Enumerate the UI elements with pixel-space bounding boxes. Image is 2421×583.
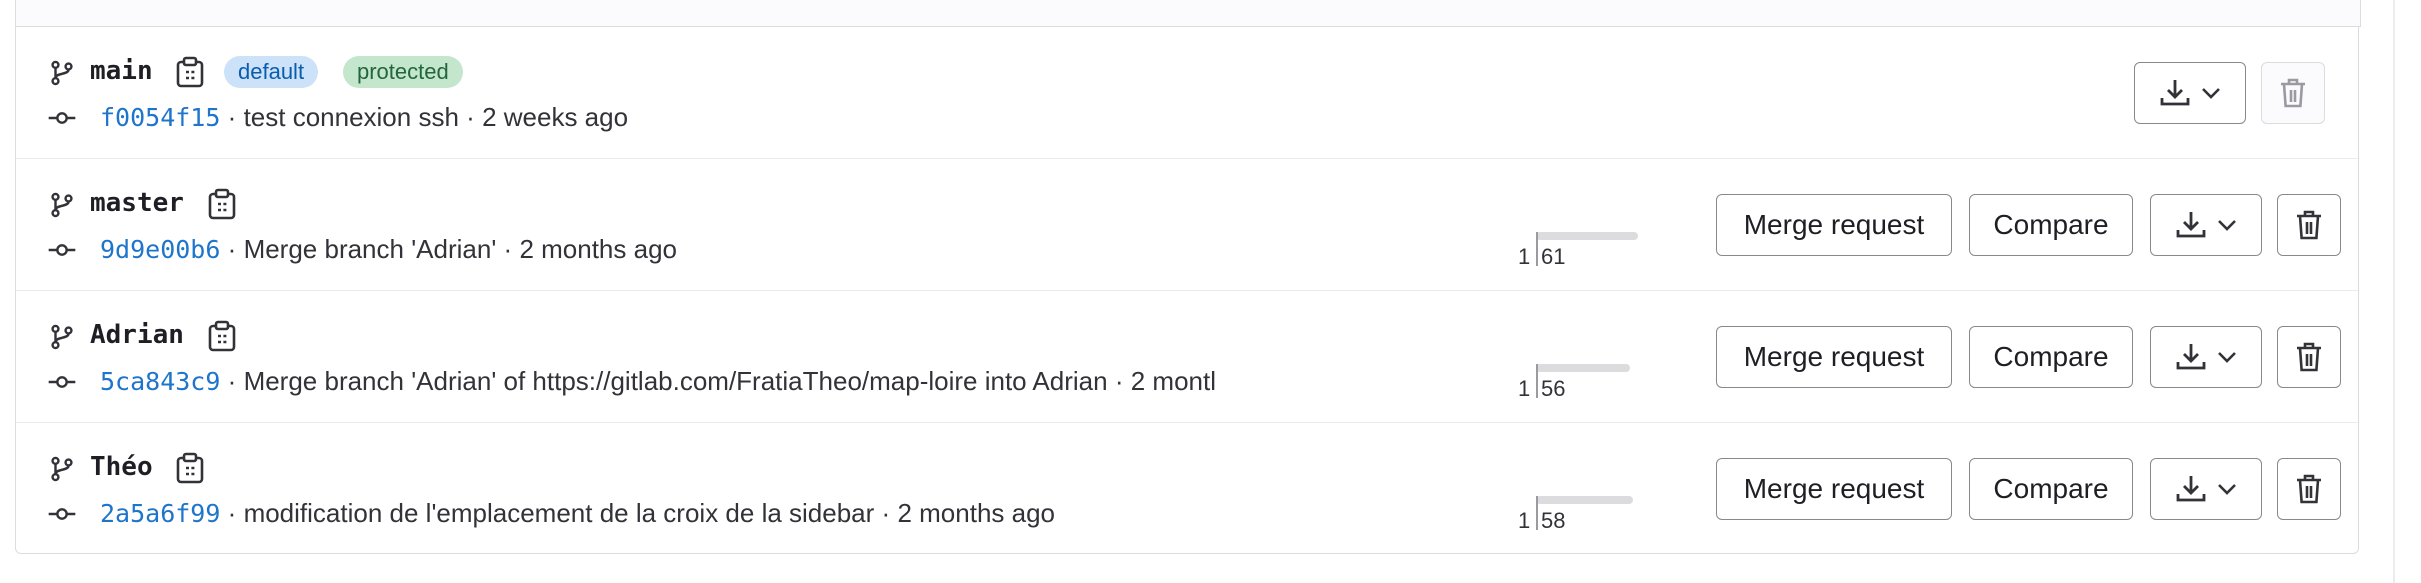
branch-icon	[51, 324, 73, 350]
branch-row-main: main default protected f0054f15 · test c…	[16, 26, 2358, 159]
commits-ahead: 58	[1541, 508, 1566, 533]
download-dropdown-button[interactable]	[2134, 62, 2246, 124]
protected-badge: protected	[343, 56, 463, 88]
commit-icon	[48, 508, 76, 520]
commit-sha-link[interactable]: 5ca843c9	[100, 367, 220, 396]
branch-row-master: master 9d9e00b6 · Merge branch 'Adrian' …	[16, 158, 2358, 291]
commit-message[interactable]: test connexion ssh	[244, 102, 459, 132]
commit-icon	[48, 376, 76, 388]
delete-branch-button[interactable]	[2277, 194, 2341, 256]
commit-message[interactable]: Merge branch 'Adrian' of https://gitlab.…	[244, 366, 1108, 396]
branch-icon	[51, 60, 73, 86]
commit-info: 9d9e00b6 · Merge branch 'Adrian' · 2 mon…	[100, 234, 677, 265]
divergence-graph: 1 56	[1516, 364, 1646, 404]
chevron-down-icon	[2218, 352, 2236, 363]
separator: ·	[227, 498, 237, 528]
commit-age: 2 montl	[1130, 366, 1216, 396]
delete-branch-button[interactable]	[2261, 62, 2325, 124]
divergence-separator	[1536, 496, 1538, 530]
separator: ·	[227, 234, 237, 264]
commits-ahead: 61	[1541, 244, 1566, 269]
commits-behind: 1	[1518, 244, 1531, 269]
commit-icon	[48, 244, 76, 256]
trash-icon	[2281, 78, 2305, 108]
delete-branch-button[interactable]	[2277, 458, 2341, 520]
separator: ·	[466, 102, 475, 132]
commits-ahead: 56	[1541, 376, 1566, 401]
commit-info: f0054f15 · test connexion ssh · 2 weeks …	[100, 102, 628, 133]
copy-to-clipboard-icon[interactable]	[176, 452, 204, 484]
divergence-graph: 1 58	[1516, 496, 1646, 536]
compare-button[interactable]: Compare	[1969, 458, 2133, 520]
branch-name[interactable]: Adrian	[90, 320, 184, 350]
download-icon	[2176, 344, 2206, 370]
trash-icon	[2297, 342, 2321, 372]
branch-name[interactable]: master	[90, 188, 184, 218]
branch-icon	[51, 456, 73, 482]
chevron-down-icon	[2218, 220, 2236, 231]
page-edge-rule	[2393, 0, 2395, 583]
commit-sha-link[interactable]: f0054f15	[100, 103, 220, 132]
trash-icon	[2297, 474, 2321, 504]
merge-request-button[interactable]: Merge request	[1716, 458, 1952, 520]
branch-row-theo: Théo 2a5a6f99 · modification de l'emplac…	[16, 422, 2358, 554]
separator: ·	[227, 102, 237, 132]
commits-behind: 1	[1518, 508, 1531, 533]
compare-button[interactable]: Compare	[1969, 194, 2133, 256]
branch-list: main default protected f0054f15 · test c…	[15, 26, 2359, 554]
separator: ·	[227, 366, 237, 396]
commit-message[interactable]: modification de l'emplacement de la croi…	[244, 498, 875, 528]
branch-name[interactable]: main	[90, 56, 153, 86]
list-header-strip	[15, 0, 2361, 27]
merge-request-button[interactable]: Merge request	[1716, 326, 1952, 388]
branch-icon	[51, 192, 73, 218]
download-icon	[2176, 212, 2206, 238]
divergence-bar	[1536, 496, 1633, 504]
copy-to-clipboard-icon[interactable]	[208, 188, 236, 220]
divergence-graph: 1 61	[1516, 232, 1646, 272]
separator: ·	[881, 498, 891, 528]
divergence-bar	[1536, 232, 1638, 240]
commits-behind: 1	[1518, 376, 1531, 401]
branch-row-adrian: Adrian 5ca843c9 · Merge branch 'Adrian' …	[16, 290, 2358, 423]
download-icon	[2160, 80, 2190, 106]
download-icon	[2176, 476, 2206, 502]
trash-icon	[2297, 210, 2321, 240]
default-badge: default	[224, 56, 319, 88]
branch-name[interactable]: Théo	[90, 452, 153, 482]
commit-age: 2 months ago	[897, 498, 1056, 528]
divergence-separator	[1536, 364, 1538, 398]
commit-age: 2 weeks ago	[482, 102, 629, 132]
commit-info: 5ca843c9 · Merge branch 'Adrian' of http…	[100, 366, 1362, 397]
commit-sha-link[interactable]: 2a5a6f99	[100, 499, 220, 528]
commit-icon	[48, 112, 76, 124]
chevron-down-icon	[2218, 484, 2236, 495]
commit-message[interactable]: Merge branch 'Adrian'	[244, 234, 497, 264]
divergence-separator	[1536, 232, 1538, 266]
separator: ·	[1114, 366, 1124, 396]
copy-to-clipboard-icon[interactable]	[176, 56, 204, 88]
compare-button[interactable]: Compare	[1969, 326, 2133, 388]
divergence-bar	[1536, 364, 1630, 372]
chevron-down-icon	[2202, 88, 2220, 99]
commit-sha-link[interactable]: 9d9e00b6	[100, 235, 220, 264]
download-dropdown-button[interactable]	[2150, 326, 2262, 388]
commit-info: 2a5a6f99 · modification de l'emplacement…	[100, 498, 1055, 529]
commit-age: 2 months ago	[519, 234, 677, 264]
download-dropdown-button[interactable]	[2150, 458, 2262, 520]
download-dropdown-button[interactable]	[2150, 194, 2262, 256]
separator: ·	[503, 234, 513, 264]
delete-branch-button[interactable]	[2277, 326, 2341, 388]
copy-to-clipboard-icon[interactable]	[208, 320, 236, 352]
merge-request-button[interactable]: Merge request	[1716, 194, 1952, 256]
